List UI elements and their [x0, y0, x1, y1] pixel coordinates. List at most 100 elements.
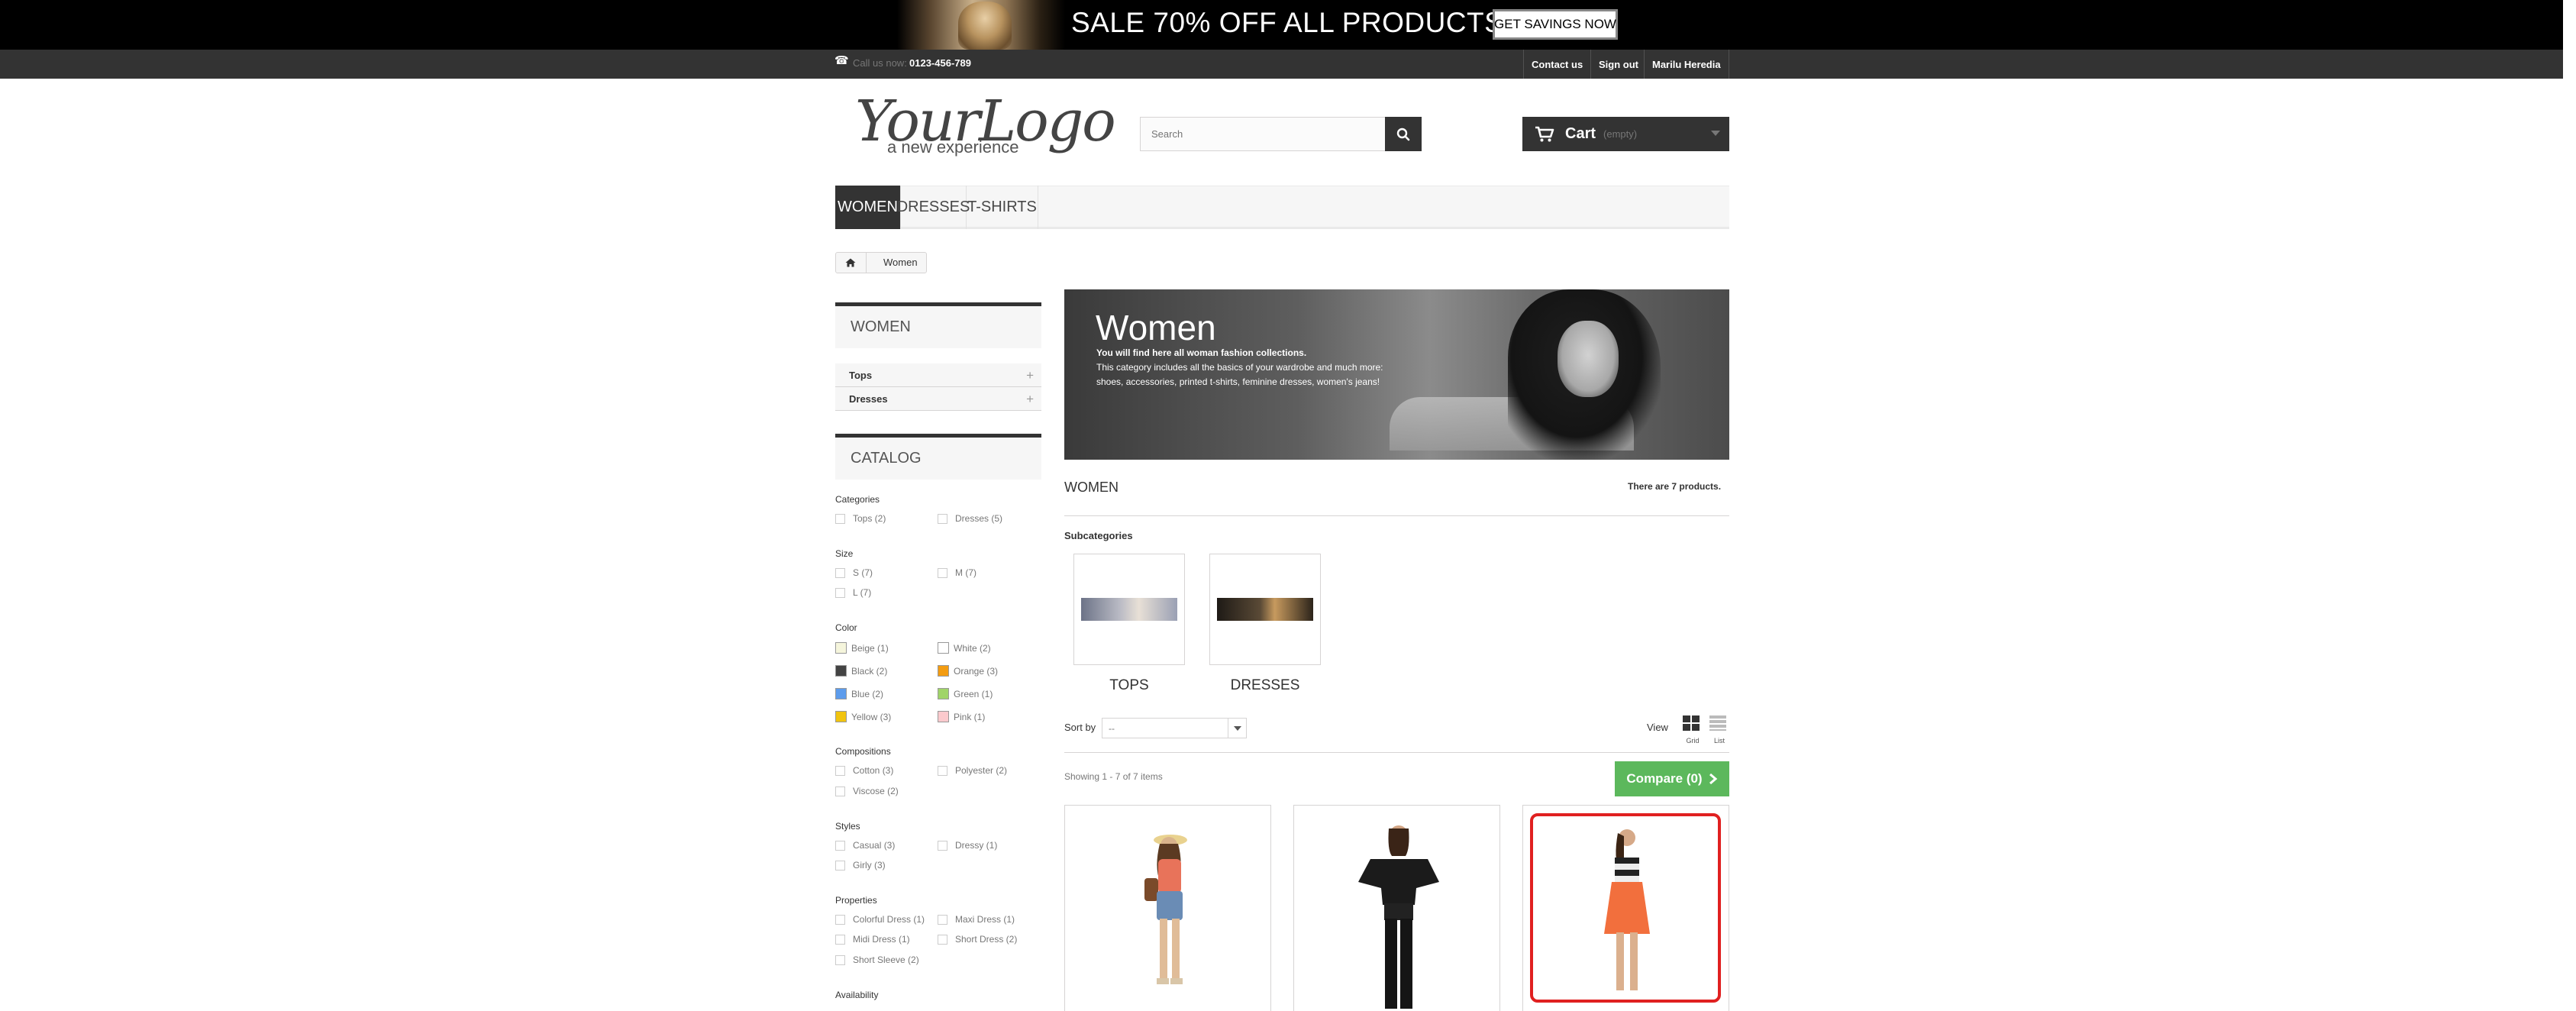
chevron-down-icon[interactable]	[1228, 719, 1246, 738]
filter-option[interactable]: Viscose (2)	[835, 786, 899, 796]
filter-option[interactable]: Tops (2)	[835, 513, 886, 524]
color-swatch[interactable]	[938, 642, 949, 654]
grid-view-button[interactable]: Grid	[1682, 715, 1703, 745]
subcategory-link-tops[interactable]: TOPS	[1073, 677, 1185, 694]
filter-title-properties: Properties	[835, 895, 877, 906]
subcategory-card-tops[interactable]	[1073, 554, 1185, 665]
filter-option[interactable]: Colorful Dress (1)	[835, 914, 925, 925]
phone-icon: ☎	[834, 54, 849, 67]
filter-option[interactable]: M (7)	[938, 567, 976, 578]
filter-option[interactable]: Girly (3)	[835, 860, 886, 870]
filter-option[interactable]: Casual (3)	[835, 840, 895, 851]
chevron-down-icon	[1711, 131, 1720, 136]
filter-option[interactable]: Polyester (2)	[938, 765, 1007, 776]
color-swatch[interactable]	[835, 688, 847, 699]
sidebar-item-dresses[interactable]: Dresses +	[835, 387, 1041, 411]
filter-option[interactable]: Orange (3)	[938, 665, 998, 677]
sidebar-item-label: Dresses	[849, 392, 888, 405]
view-label: View	[1647, 722, 1668, 733]
grid-icon	[1683, 715, 1700, 731]
filter-option[interactable]: Green (1)	[938, 688, 993, 699]
checkbox[interactable]	[938, 567, 947, 578]
subcategory-thumbnail[interactable]	[1217, 598, 1313, 621]
color-swatch[interactable]	[835, 665, 847, 677]
filter-option[interactable]: Pink (1)	[938, 711, 985, 722]
menu-item-women[interactable]: WOMEN	[835, 186, 901, 229]
filter-option[interactable]: Beige (1)	[835, 642, 889, 654]
checkbox[interactable]	[938, 513, 947, 524]
contact-us-link[interactable]: Contact us	[1523, 50, 1590, 79]
filter-option[interactable]: S (7)	[835, 567, 873, 578]
product-image[interactable]	[1065, 806, 1271, 1011]
filter-option[interactable]: Maxi Dress (1)	[938, 914, 1015, 925]
plus-icon[interactable]: +	[1026, 392, 1034, 407]
plus-icon[interactable]: +	[1026, 368, 1034, 383]
filter-option[interactable]: Dresses (5)	[938, 513, 1002, 524]
checkbox[interactable]	[835, 954, 845, 965]
filter-option[interactable]: L (7)	[835, 587, 871, 598]
get-savings-button[interactable]: GET SAVINGS NOW	[1493, 9, 1618, 40]
checkbox[interactable]	[835, 567, 845, 578]
filter-option[interactable]: Cotton (3)	[835, 765, 893, 776]
banner-title: Women	[1096, 308, 1216, 347]
subcategory-card-dresses[interactable]	[1209, 554, 1321, 665]
product-image[interactable]	[1294, 806, 1500, 1011]
subcategories-label: Subcategories	[1064, 530, 1133, 541]
search-input[interactable]	[1140, 117, 1386, 151]
catalog-block-title: CATALOG	[835, 434, 1041, 480]
checkbox[interactable]	[835, 587, 845, 598]
checkbox[interactable]	[835, 786, 845, 796]
banner-description: shoes, accessories, printed t-shirts, fe…	[1096, 376, 1380, 387]
filter-option[interactable]: Dressy (1)	[938, 840, 997, 851]
checkbox[interactable]	[835, 914, 845, 925]
filter-option[interactable]: Black (2)	[835, 665, 887, 677]
sign-out-link[interactable]: Sign out	[1590, 50, 1646, 79]
menu-item-tshirts[interactable]: T-SHIRTS	[967, 186, 1038, 229]
breadcrumb-separator	[866, 252, 872, 273]
divider	[1064, 515, 1729, 516]
breadcrumb-home[interactable]	[835, 252, 866, 273]
home-icon	[845, 258, 856, 267]
color-swatch[interactable]	[835, 642, 847, 654]
filter-option[interactable]: Midi Dress (1)	[835, 934, 910, 945]
cart-button[interactable]: Cart (empty)	[1522, 117, 1729, 151]
checkbox[interactable]	[835, 513, 845, 524]
divider	[1064, 752, 1729, 753]
filter-option[interactable]: White (2)	[938, 642, 991, 654]
color-swatch[interactable]	[938, 665, 949, 677]
filter-option[interactable]: Short Dress (2)	[938, 934, 1017, 945]
compare-button[interactable]: Compare (0)	[1615, 761, 1729, 796]
category-heading: WOMEN	[1064, 480, 1119, 495]
filter-title-categories: Categories	[835, 494, 880, 505]
subcategory-link-dresses[interactable]: DRESSES	[1209, 677, 1321, 694]
list-view-button[interactable]: List	[1709, 715, 1730, 745]
product-card[interactable]	[1064, 805, 1271, 1011]
color-swatch[interactable]	[835, 711, 847, 722]
color-swatch[interactable]	[938, 688, 949, 699]
filter-option[interactable]: Short Sleeve (2)	[835, 954, 919, 965]
checkbox[interactable]	[835, 860, 845, 870]
sidebar-item-tops[interactable]: Tops +	[835, 363, 1041, 387]
checkbox[interactable]	[938, 914, 947, 925]
list-label: List	[1713, 737, 1725, 745]
filter-title-availability: Availability	[835, 990, 879, 1000]
product-card[interactable]	[1293, 805, 1500, 1011]
color-swatch[interactable]	[938, 711, 949, 722]
checkbox[interactable]	[835, 934, 845, 945]
sort-by-label: Sort by	[1064, 722, 1096, 733]
menu-item-dresses[interactable]: DRESSES	[897, 186, 970, 229]
search-button[interactable]	[1385, 117, 1422, 151]
checkbox[interactable]	[938, 765, 947, 776]
filter-option[interactable]: Yellow (3)	[835, 711, 891, 722]
checkbox[interactable]	[835, 765, 845, 776]
account-link[interactable]: Marilu Heredia	[1644, 50, 1729, 79]
sort-select[interactable]: --	[1102, 718, 1247, 738]
checkbox[interactable]	[938, 840, 947, 851]
showing-items-text: Showing 1 - 7 of 7 items	[1064, 771, 1163, 782]
filter-option[interactable]: Blue (2)	[835, 688, 883, 699]
logo-tagline: a new experience	[887, 137, 1019, 157]
checkbox[interactable]	[938, 934, 947, 945]
checkbox[interactable]	[835, 840, 845, 851]
search-icon	[1396, 128, 1410, 141]
subcategory-thumbnail[interactable]	[1081, 598, 1177, 621]
